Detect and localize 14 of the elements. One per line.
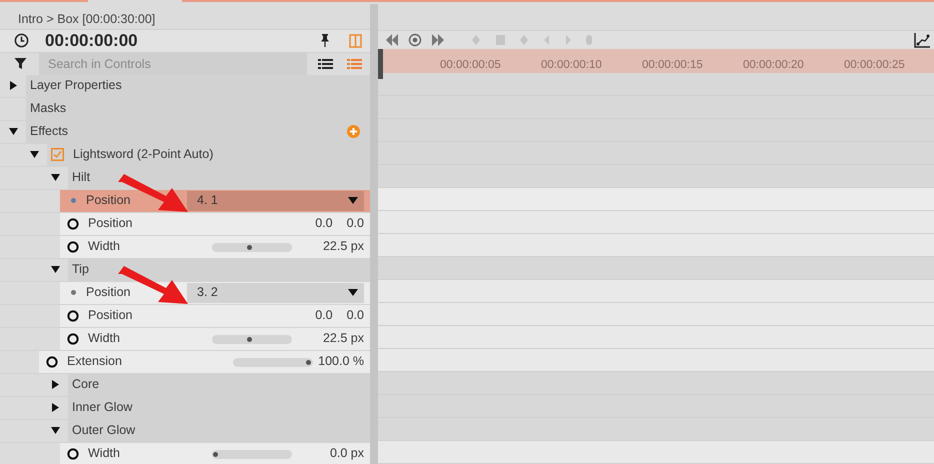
property-label: Width	[88, 445, 120, 462]
breadcrumb: Intro > Box [00:00:30:00]	[17, 11, 156, 28]
property-label: Position	[86, 192, 130, 210]
time-label: 00:00:00:25	[844, 58, 905, 74]
time-label: 00:00:00:20	[743, 58, 804, 74]
time-label: 00:00:00:10	[541, 58, 602, 74]
property-label: Position	[88, 215, 132, 232]
property-label: Position	[88, 307, 132, 324]
property-label: Extension	[67, 353, 122, 370]
time-label: 00:00:00:15	[642, 58, 703, 74]
property-label: Width	[88, 330, 120, 348]
time-label: 00:00:00:05	[440, 58, 501, 74]
property-label: Position	[86, 284, 130, 302]
property-label: Width	[88, 238, 120, 256]
